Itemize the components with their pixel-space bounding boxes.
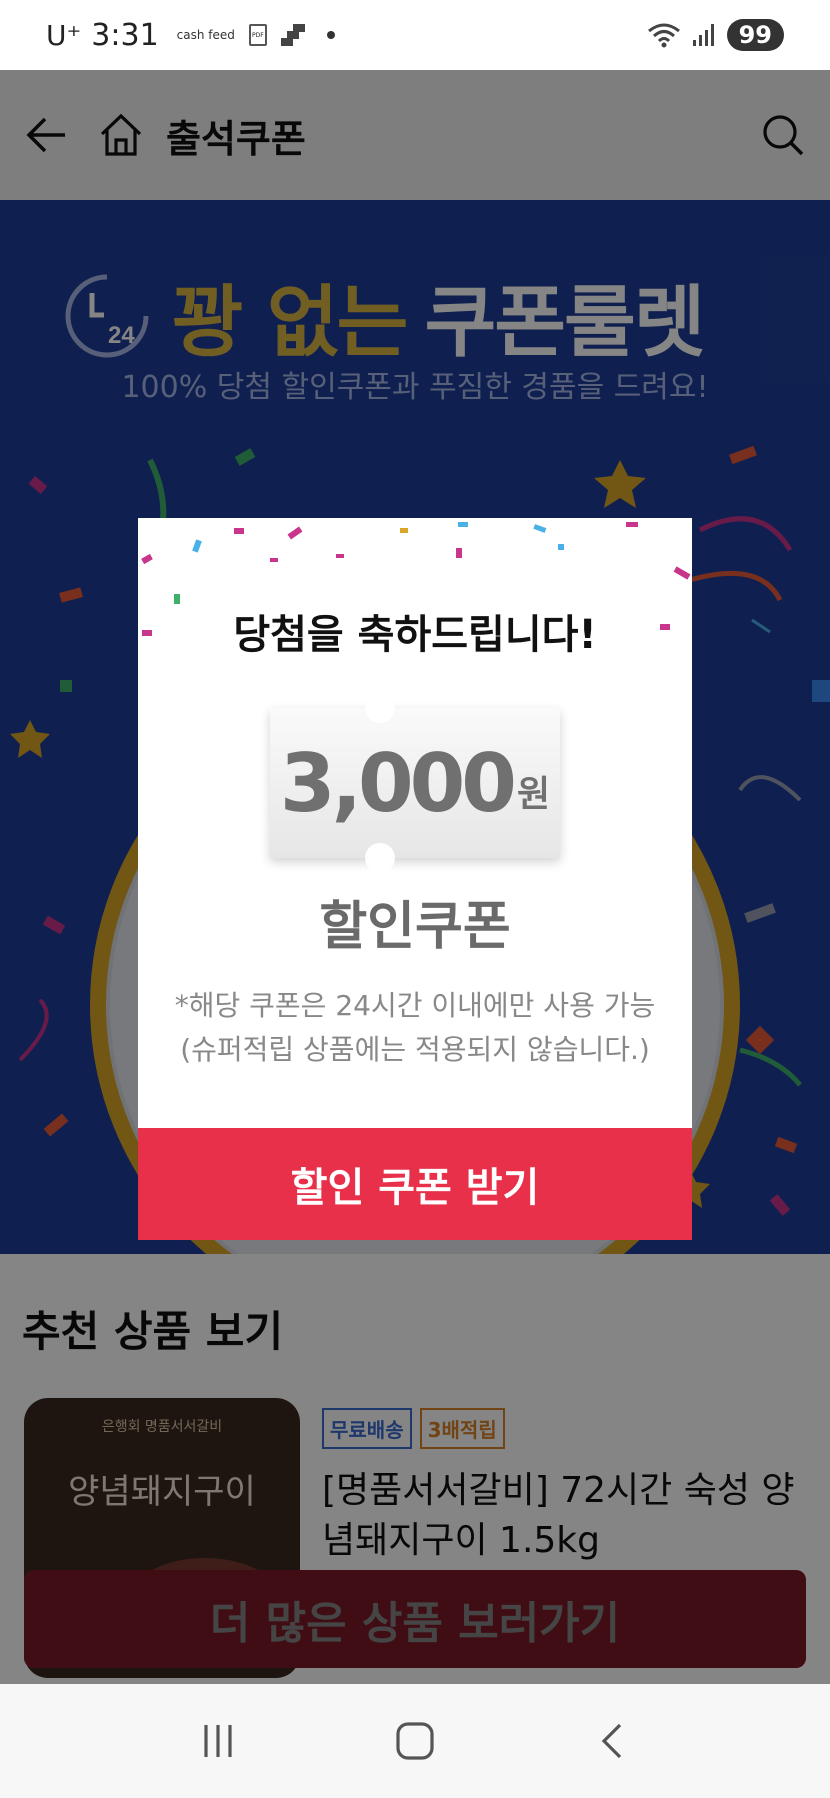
coupon-ticket: 3,000 원: [270, 693, 560, 873]
signal-icon: [692, 24, 714, 46]
battery-indicator: 99: [726, 19, 784, 51]
coupon-note: *해당 쿠폰은 24시간 이내에만 사용 가능 (슈퍼적립 상품에는 적용되지 …: [138, 984, 692, 1072]
system-nav-bar: [0, 1684, 830, 1798]
receive-coupon-button[interactable]: 할인 쿠폰 받기: [138, 1128, 692, 1240]
recent-apps-icon[interactable]: [188, 1711, 248, 1771]
coupon-note-line2: (슈퍼적립 상품에는 적용되지 않습니다.): [180, 1033, 650, 1066]
coupon-currency: 원: [516, 774, 551, 815]
win-coupon-modal: 당첨을 축하드립니다! 3,000 원 할인쿠폰 *해당 쿠폰은 24시간 이내…: [138, 518, 692, 1240]
coupon-amount: 3,000: [279, 736, 517, 830]
ticket-notch-top: [365, 693, 395, 723]
modal-title: 당첨을 축하드립니다!: [233, 612, 597, 658]
app-notification-icon: [280, 24, 305, 46]
coupon-type-label: 할인쿠폰: [319, 897, 511, 957]
carrier-label: U⁺: [46, 18, 82, 52]
back-nav-icon[interactable]: [582, 1711, 642, 1771]
pdf-icon: PDF: [248, 24, 267, 46]
clock-time: 3:31: [91, 17, 159, 53]
home-nav-icon[interactable]: [385, 1711, 445, 1771]
wifi-icon: [647, 23, 680, 48]
more-products-button-dim: [24, 1570, 806, 1668]
more-notifications-dot-icon: [326, 31, 335, 39]
cashfeed-icon: cash feed: [176, 28, 235, 42]
status-bar: U⁺ 3:31 cash feed PDF 99: [0, 0, 830, 70]
ticket-notch-bottom: [365, 843, 395, 873]
coupon-note-line1: *해당 쿠폰은 24시간 이내에만 사용 가능: [174, 989, 656, 1022]
